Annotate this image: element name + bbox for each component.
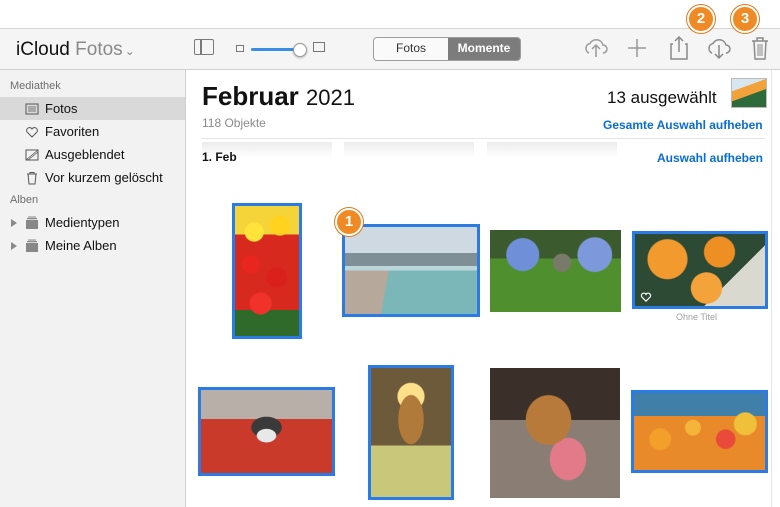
zoom-slider[interactable] [251, 43, 307, 57]
app-brand[interactable]: iCloud Fotos ⌄ [16, 39, 135, 61]
dog-wreath-photo [371, 368, 451, 497]
photo-tile[interactable] [232, 203, 302, 339]
date-group-label: 1. Feb [202, 150, 237, 164]
sidebar-item-meine-alben[interactable]: Meine Alben [0, 234, 185, 257]
sidebar-item-label: Medientypen [45, 215, 120, 230]
husky-tulips-photo [201, 390, 332, 473]
zoom-slider-fill [251, 48, 299, 51]
sidebar-item-medientypen[interactable]: Medientypen [0, 211, 185, 234]
page-title: Februar 2021 [202, 81, 355, 112]
sidebar-item-label: Ausgeblendet [45, 147, 125, 162]
sidebar-section-albums: Alben [10, 194, 39, 206]
scrollbar[interactable] [771, 70, 780, 507]
window-top-strip [0, 0, 780, 28]
selection-preview-thumbnail[interactable] [731, 78, 767, 108]
sidebar-item-fotos[interactable]: Fotos [0, 97, 185, 120]
callout-badge-1: 1 [335, 208, 363, 236]
heart-icon [26, 126, 38, 138]
photo-tile[interactable] [632, 231, 768, 309]
zoom-out-icon[interactable] [236, 45, 244, 52]
view-segmented-control: Fotos Momente [373, 37, 521, 61]
chevron-down-icon: ⌄ [124, 44, 135, 58]
toolbar: iCloud Fotos ⌄ Fotos Momente [0, 28, 780, 70]
orange-tulips-photo [634, 393, 765, 470]
download-cloud-icon[interactable] [704, 33, 734, 63]
divider [202, 138, 765, 139]
sidebar-item-label: Meine Alben [45, 238, 117, 253]
cat-flowers-photo [490, 230, 621, 312]
lake-town-photo [345, 227, 477, 314]
disclosure-triangle-icon[interactable] [11, 241, 17, 250]
add-icon[interactable] [622, 33, 652, 63]
share-icon[interactable] [664, 33, 694, 63]
tab-fotos[interactable]: Fotos [374, 38, 448, 60]
title-year: 2021 [306, 85, 355, 110]
trash-icon[interactable] [745, 33, 775, 63]
trash-icon [27, 171, 37, 184]
dog-tulips-photo [490, 368, 620, 498]
sidebar-item-label: Favoriten [45, 124, 100, 139]
photo-tile[interactable] [490, 368, 620, 498]
sidebar-toggle-icon[interactable] [194, 39, 214, 55]
upload-cloud-icon[interactable] [581, 33, 611, 63]
sidebar-item-vor-kurzem-geloescht[interactable]: Vor kurzem gelöscht [0, 166, 185, 189]
favorite-heart-icon[interactable] [640, 291, 652, 302]
sidebar-item-favoriten[interactable]: Favoriten [0, 120, 185, 143]
hidden-icon [25, 149, 39, 160]
photo-tile[interactable] [368, 365, 454, 500]
sidebar-item-ausgeblendet[interactable]: Ausgeblendet [0, 143, 185, 166]
title-month: Februar [202, 81, 299, 111]
zoom-slider-knob[interactable] [292, 43, 307, 57]
sidebar-section-library: Mediathek [10, 80, 61, 92]
sticky-header-shadow [487, 142, 617, 158]
selection-count: 13 ausgewählt [607, 88, 717, 107]
callout-badge-3: 3 [731, 5, 759, 33]
disclosure-triangle-icon[interactable] [11, 218, 17, 227]
photo-tile[interactable] [198, 387, 335, 476]
sidebar-item-label: Vor kurzem gelöscht [45, 170, 163, 185]
callout-badge-2: 2 [687, 5, 715, 33]
deselect-all-link[interactable]: Gesamte Auswahl aufheben [603, 118, 763, 132]
photo-tile[interactable] [490, 230, 621, 312]
oranges-photo [635, 234, 765, 306]
brand-app-name: Fotos [75, 39, 123, 60]
tulips-photo [235, 206, 299, 336]
sticky-header-shadow [344, 142, 474, 158]
main-content: Februar 2021 118 Objekte 13 ausgewählt G… [187, 70, 780, 507]
zoom-in-icon[interactable] [313, 42, 325, 52]
deselect-group-link[interactable]: Auswahl aufheben [657, 151, 763, 165]
brand-name: iCloud [16, 39, 70, 60]
photo-caption: Ohne Titel [676, 312, 718, 322]
object-count: 118 Objekte [202, 116, 266, 130]
sidebar-item-label: Fotos [45, 101, 78, 116]
photo-tile[interactable] [342, 224, 480, 317]
photo-tile[interactable] [631, 390, 768, 473]
sidebar: Mediathek Fotos Favoriten Ausgeblendet V… [0, 70, 186, 507]
tab-momente[interactable]: Momente [448, 38, 520, 60]
album-stack-icon [26, 216, 38, 229]
album-stack-icon [26, 239, 38, 252]
photos-icon [25, 103, 39, 114]
